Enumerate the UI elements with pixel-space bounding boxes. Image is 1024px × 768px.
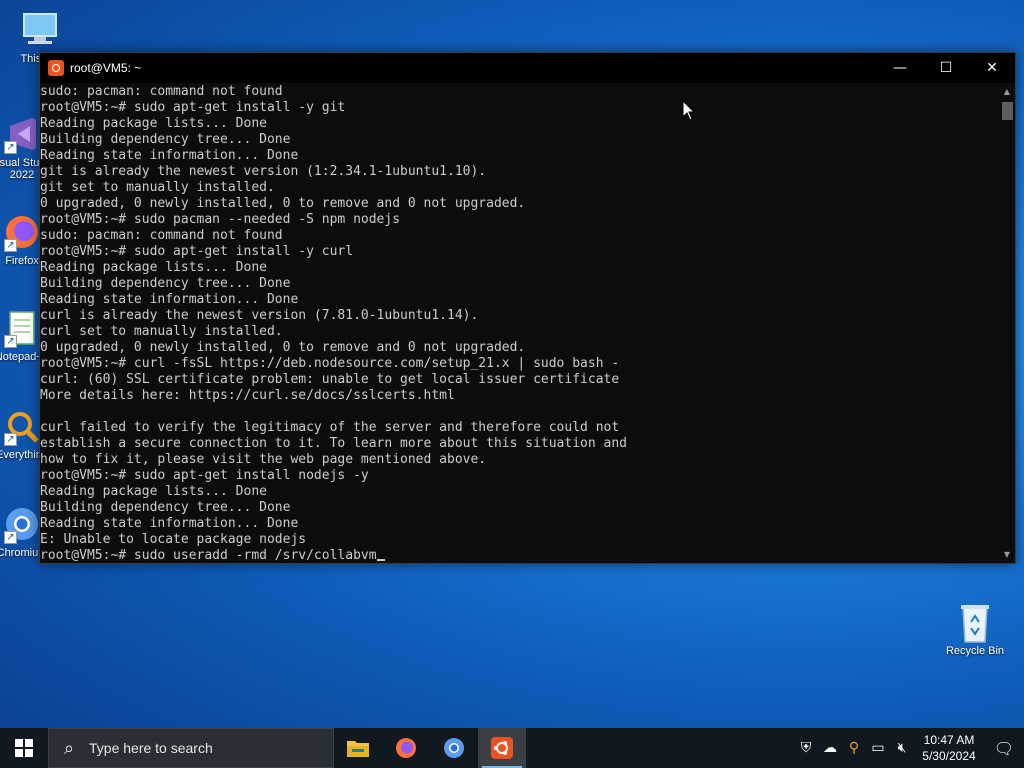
computer-icon [20, 10, 60, 50]
terminal-line: 0 upgraded, 0 newly installed, 0 to remo… [40, 196, 526, 211]
terminal-line: establish a secure connection to it. To … [40, 436, 627, 451]
terminal-line: Building dependency tree... Done [40, 500, 291, 515]
taskbar-clock[interactable]: 10:47 AM 5/30/2024 [914, 732, 984, 764]
terminal-line: curl: (60) SSL certificate problem: unab… [40, 372, 620, 387]
terminal-line: Reading state information... Done [40, 148, 299, 163]
network-icon[interactable]: ▭ [866, 728, 890, 768]
terminal-line: Reading state information... Done [40, 516, 299, 531]
shortcut-arrow-icon: ↗ [4, 141, 17, 154]
volume-muted-icon[interactable]: 🔇︎ [890, 728, 914, 768]
ubuntu-icon [491, 737, 513, 759]
terminal-line: Building dependency tree... Done [40, 132, 291, 147]
firefox-icon: ↗ [2, 212, 42, 252]
terminal-line: 0 upgraded, 0 newly installed, 0 to remo… [40, 340, 526, 355]
taskbar-app-chromium[interactable] [430, 728, 478, 768]
shortcut-arrow-icon: ↗ [4, 531, 17, 544]
terminal-line: curl failed to verify the legitimacy of … [40, 420, 620, 435]
terminal-line: git set to manually installed. [40, 180, 275, 195]
windows-icon [15, 739, 33, 757]
desktop-icon-recycle-bin[interactable]: Recycle Bin [937, 602, 1013, 657]
taskbar-app-file-explorer[interactable] [334, 728, 382, 768]
terminal-line: sudo: pacman: command not found [40, 84, 283, 99]
shortcut-arrow-icon: ↗ [4, 433, 17, 446]
terminal-line: More details here: https://curl.se/docs/… [40, 388, 455, 403]
terminal-output[interactable]: sudo: pacman: command not found root@VM5:… [40, 84, 999, 563]
mouse-cursor-icon [682, 100, 696, 121]
search-tool-icon[interactable]: ⚲ [842, 728, 866, 768]
recycle-bin-icon [955, 602, 995, 643]
text-cursor [376, 559, 385, 561]
terminal-line: Reading state information... Done [40, 292, 299, 307]
terminal-line: root@VM5:~# sudo apt-get install -y git [40, 100, 346, 115]
terminal-line: curl is already the newest version (7.81… [40, 308, 479, 323]
search-icon: ⌕ [63, 737, 75, 759]
terminal-line: root@VM5:~# sudo apt-get install nodejs … [40, 468, 369, 483]
terminal-line: Reading package lists... Done [40, 484, 267, 499]
terminal-line: Reading package lists... Done [40, 260, 267, 275]
firefox-icon [396, 738, 416, 758]
search-placeholder: Type here to search [89, 740, 213, 756]
visual-studio-icon: ↗ [2, 114, 42, 154]
notification-icon[interactable]: 🗨︎ [984, 739, 1024, 758]
terminal-window[interactable]: root@VM5: ~ — ☐ ✕ sudo: pacman: command … [39, 52, 1016, 564]
scroll-down-icon[interactable]: ▼ [999, 547, 1015, 563]
scroll-thumb[interactable] [1002, 102, 1013, 120]
terminal-line: root@VM5:~# sudo apt-get install -y curl [40, 244, 354, 259]
clock-time: 10:47 AM [923, 733, 975, 747]
terminal-line: Building dependency tree... Done [40, 276, 291, 291]
terminal-line: sudo: pacman: command not found [40, 228, 283, 243]
terminal-line: Reading package lists... Done [40, 116, 267, 131]
shortcut-arrow-icon: ↗ [4, 335, 17, 348]
desktop-icon-label: Recycle Bin [945, 645, 1005, 657]
taskbar-search-box[interactable]: ⌕ Type here to search [48, 728, 334, 768]
taskbar: ⌕ Type here to search ⛨ ☁ ⚲ ▭ 🔇︎ 10:47 A… [0, 728, 1024, 768]
folder-icon [347, 741, 369, 757]
chromium-icon [444, 738, 464, 758]
shortcut-arrow-icon: ↗ [4, 239, 17, 252]
clock-date: 5/30/2024 [922, 749, 976, 763]
terminal-line: root@VM5:~# curl -fsSL https://deb.nodes… [40, 356, 620, 371]
everything-icon: ↗ [2, 406, 42, 446]
start-button[interactable] [0, 728, 48, 768]
terminal-line: root@VM5:~# sudo pacman --needed -S npm … [40, 212, 401, 227]
terminal-line: curl set to manually installed. [40, 324, 283, 339]
terminal-line: how to fix it, please visit the web page… [40, 452, 487, 467]
close-button[interactable]: ✕ [969, 53, 1015, 83]
security-icon[interactable]: ⛨ [794, 728, 818, 768]
maximize-button[interactable]: ☐ [923, 53, 969, 83]
minimize-button[interactable]: — [877, 53, 923, 83]
cloud-icon[interactable]: ☁ [818, 728, 842, 768]
terminal-line: E: Unable to locate package nodejs [40, 532, 307, 547]
taskbar-app-ubuntu-terminal[interactable] [478, 728, 526, 768]
ubuntu-icon [48, 60, 64, 76]
chromium-icon: ↗ [2, 504, 42, 544]
window-title: root@VM5: ~ [70, 61, 142, 75]
window-titlebar[interactable]: root@VM5: ~ — ☐ ✕ [40, 53, 1015, 83]
terminal-line: root@VM5:~# sudo useradd -rmd /srv/colla… [40, 548, 999, 563]
vertical-scrollbar[interactable]: ▲ ▼ [999, 84, 1015, 563]
terminal-line: git is already the newest version (1:2.3… [40, 164, 487, 179]
scroll-up-icon[interactable]: ▲ [999, 84, 1015, 100]
taskbar-app-firefox[interactable] [382, 728, 430, 768]
system-tray: ⛨ ☁ ⚲ ▭ 🔇︎ 10:47 AM 5/30/2024 🗨︎ [794, 728, 1024, 768]
notepad-icon: ↗ [2, 308, 42, 348]
